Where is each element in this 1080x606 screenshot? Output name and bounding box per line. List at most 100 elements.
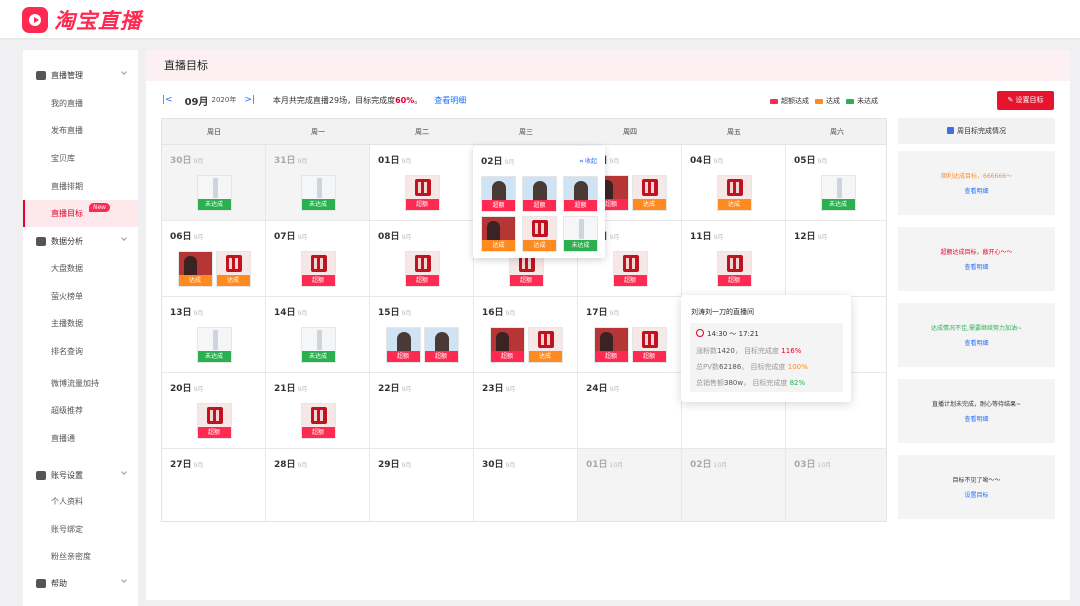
month-label: 9月 bbox=[297, 310, 308, 317]
product-thumbnail[interactable]: 超额 bbox=[300, 403, 336, 439]
calendar-day-cell[interactable]: 24日 9月 bbox=[578, 373, 682, 449]
collapse-button[interactable]: ⌗ 收起 bbox=[580, 156, 597, 166]
product-thumbnail[interactable]: 超额 bbox=[196, 403, 232, 439]
sidebar-item[interactable]: 超级推荐 bbox=[23, 397, 138, 424]
product-thumbnail[interactable]: 达成 bbox=[177, 251, 213, 287]
set-goal-button[interactable]: ✎ 设置目标 bbox=[997, 91, 1054, 110]
sidebar-item[interactable]: 发布直播 bbox=[23, 117, 138, 144]
calendar-day-cell[interactable]: 02日 10月 bbox=[682, 449, 786, 521]
calendar-day-cell[interactable]: 28日 9月 bbox=[266, 449, 370, 521]
calendar-day-cell[interactable]: 27日 9月 bbox=[162, 449, 266, 521]
weekly-goal-link[interactable]: 设置目标 bbox=[898, 490, 1055, 499]
product-thumbnail[interactable]: 超额 bbox=[612, 251, 648, 287]
calendar-day-cell[interactable]: 13日 9月 未达成 bbox=[162, 297, 266, 373]
product-thumbnail[interactable]: 未达成 bbox=[563, 216, 598, 252]
calendar-day-cell[interactable]: 31日 9月 未达成 bbox=[266, 145, 370, 221]
calendar-day-cell[interactable]: 29日 9月 bbox=[370, 449, 474, 521]
calendar-day-cell[interactable]: 17日 9月 超额 超额 bbox=[578, 297, 682, 373]
calendar-day-cell[interactable]: 11日 9月 超额 bbox=[682, 221, 786, 297]
product-thumbnail[interactable]: 未达成 bbox=[300, 327, 336, 363]
product-thumbnail[interactable]: 超额 bbox=[481, 176, 516, 212]
month-label: 9月 bbox=[193, 234, 204, 241]
product-thumbnail[interactable]: 超额 bbox=[593, 327, 629, 363]
calendar-day-cell[interactable]: 15日 9月 超额 超额 bbox=[370, 297, 474, 373]
sidebar-item[interactable]: 个人资料 bbox=[23, 488, 138, 515]
calendar-day-cell[interactable]: 16日 9月 超额 达成 bbox=[474, 297, 578, 373]
fans-label: 涨粉数 bbox=[696, 347, 717, 355]
day-number: 29日 9月 bbox=[378, 457, 411, 470]
product-thumbnail[interactable]: 未达成 bbox=[300, 175, 336, 211]
sidebar-item[interactable]: 排名查询 bbox=[23, 338, 138, 365]
product-thumbnail[interactable]: 超额 bbox=[404, 175, 440, 211]
prev-month-button[interactable]: |< bbox=[162, 95, 173, 105]
thumbnail-row: 超额 bbox=[370, 251, 474, 287]
calendar-day-cell[interactable]: 20日 9月 超额 bbox=[162, 373, 266, 449]
calendar-day-cell[interactable]: 22日 9月 bbox=[370, 373, 474, 449]
app-logo[interactable]: 淘宝直播 bbox=[22, 5, 142, 35]
sidebar-group-4[interactable]: 帮助 bbox=[23, 570, 138, 596]
product-thumbnail[interactable]: 达成 bbox=[215, 251, 251, 287]
product-thumbnail[interactable]: 达成 bbox=[522, 216, 557, 252]
calendar-day-cell[interactable]: 30日 9月 未达成 bbox=[162, 145, 266, 221]
product-thumbnail[interactable]: 未达成 bbox=[196, 327, 232, 363]
sidebar-item[interactable]: 萤火榜单 bbox=[23, 283, 138, 310]
calendar-day-cell[interactable]: 04日 9月 达成 bbox=[682, 145, 786, 221]
next-month-button[interactable]: >| bbox=[244, 95, 255, 105]
product-thumbnail[interactable]: 超额 bbox=[489, 327, 525, 363]
thumbnail-row: 超额 bbox=[162, 403, 266, 439]
product-thumbnail[interactable]: 未达成 bbox=[196, 175, 232, 211]
product-thumbnail[interactable]: 达成 bbox=[716, 175, 752, 211]
sidebar-item[interactable]: 我的直播 bbox=[23, 90, 138, 117]
calendar-day-cell[interactable]: 14日 9月 未达成 bbox=[266, 297, 370, 373]
weekly-goal-card: 顺利达成目标，666666～ 查看明细 bbox=[898, 151, 1055, 215]
sidebar-group-1[interactable]: 数据分析 bbox=[23, 228, 138, 254]
sidebar-group-3[interactable]: 账号设置 bbox=[23, 462, 138, 488]
weekly-goal-link[interactable]: 查看明细 bbox=[898, 262, 1055, 271]
weekly-goal-link[interactable]: 查看明细 bbox=[898, 186, 1055, 195]
product-thumbnail[interactable]: 未达成 bbox=[820, 175, 856, 211]
product-thumbnail[interactable]: 超额 bbox=[423, 327, 459, 363]
calendar-day-cell[interactable]: 06日 9月 达成 达成 bbox=[162, 221, 266, 297]
sidebar-item[interactable]: 直播通 bbox=[23, 425, 138, 452]
sidebar-item[interactable]: 粉丝亲密度 bbox=[23, 543, 138, 570]
calendar-day-cell[interactable]: 23日 9月 bbox=[474, 373, 578, 449]
product-thumbnail[interactable]: 达成 bbox=[527, 327, 563, 363]
calendar-day-cell[interactable]: 01日 10月 bbox=[578, 449, 682, 521]
product-thumbnail[interactable]: 超额 bbox=[385, 327, 421, 363]
calendar-day-cell[interactable]: 21日 9月 超额 bbox=[266, 373, 370, 449]
sales-label: 总销售额 bbox=[696, 379, 724, 387]
sidebar-item[interactable]: 大盘数据 bbox=[23, 255, 138, 282]
product-thumbnail[interactable]: 超额 bbox=[563, 176, 598, 212]
product-thumbnail[interactable]: 超额 bbox=[522, 176, 557, 212]
month-label: 9月 bbox=[193, 386, 204, 393]
sidebar-group-0[interactable]: 直播管理 bbox=[23, 62, 138, 88]
sidebar-item[interactable]: 账号绑定 bbox=[23, 516, 138, 543]
sidebar-item[interactable]: 宝贝库 bbox=[23, 145, 138, 172]
month-label: 9月 bbox=[401, 234, 412, 241]
calendar-day-cell[interactable]: 12日 9月 bbox=[786, 221, 886, 297]
sidebar-item[interactable]: 直播排期 bbox=[23, 173, 138, 200]
calendar-day-cell[interactable]: 01日 9月 超额 bbox=[370, 145, 474, 221]
calendar-day-cell[interactable]: 03日 10月 bbox=[786, 449, 886, 521]
month-label: 9月 bbox=[505, 386, 516, 393]
sidebar-item[interactable]: 直播目标 New bbox=[23, 200, 138, 227]
weekly-goal-link[interactable]: 查看明细 bbox=[898, 338, 1055, 347]
product-thumbnail[interactable]: 达成 bbox=[631, 175, 667, 211]
goal-status-badge: 未达成 bbox=[301, 351, 335, 362]
product-thumbnail[interactable]: 超额 bbox=[631, 327, 667, 363]
product-thumbnail[interactable]: 超额 bbox=[300, 251, 336, 287]
product-image bbox=[197, 328, 231, 351]
product-thumbnail[interactable]: 超额 bbox=[404, 251, 440, 287]
weekly-goal-link[interactable]: 查看明细 bbox=[898, 414, 1055, 423]
calendar-day-cell[interactable]: 05日 9月 未达成 bbox=[786, 145, 886, 221]
calendar-day-cell[interactable]: 07日 9月 超额 bbox=[266, 221, 370, 297]
sidebar-item[interactable]: 主播数据 bbox=[23, 310, 138, 337]
page-title: 直播目标 bbox=[146, 50, 1070, 81]
view-detail-link[interactable]: 查看明细 bbox=[434, 95, 466, 106]
product-thumbnail[interactable]: 达成 bbox=[481, 216, 516, 252]
sidebar-item[interactable]: 微博流量加持 bbox=[23, 370, 138, 397]
product-thumbnail[interactable]: 超额 bbox=[716, 251, 752, 287]
goal-label: 目标完成度 bbox=[750, 363, 786, 371]
calendar-day-cell[interactable]: 30日 9月 bbox=[474, 449, 578, 521]
calendar-day-cell[interactable]: 08日 9月 超额 bbox=[370, 221, 474, 297]
